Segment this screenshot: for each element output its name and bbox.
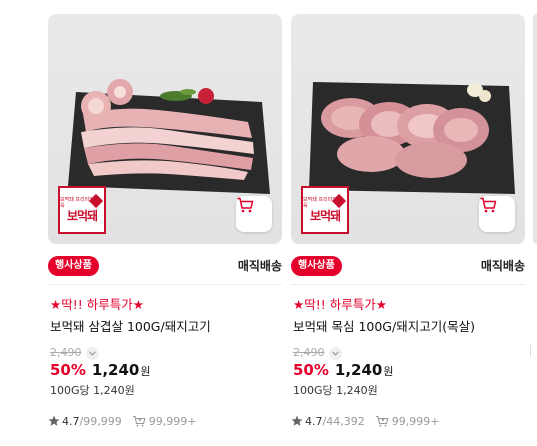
brand-logo-text: 보먹돼 [309, 209, 341, 223]
divider [291, 284, 525, 285]
original-price-row: 2,490 [50, 345, 99, 361]
brand-logo-text: 보먹돼 [66, 209, 98, 223]
product-card-pork-neck[interactable]: 보먹돼 프리미엄 돈육 보먹돼 행사상품 매직배송 ★딱!! 하루특가★ 보먹돼… [291, 14, 525, 434]
heart-cart-icon [375, 415, 389, 427]
product-card-pork-belly[interactable]: 보먹돼 프리미엄 돈육 보먹돼 행사상품 매직배송 ★딱!! 하루특가★ 보먹돼… [48, 14, 282, 434]
review-count[interactable]: 99,999 [83, 415, 122, 428]
event-tag: 행사상품 [291, 256, 342, 276]
product-image[interactable]: 보먹돼 프리미엄 돈육 보먹돼 [291, 14, 525, 244]
unit-price: 100G당 1,240원 [50, 384, 135, 397]
rating-row: 4.7 / 99,999 99,999+ [48, 414, 196, 428]
currency: 원 [140, 365, 151, 378]
original-price-row: 2,490 [293, 345, 342, 361]
delivery-type: 매직배송 [480, 259, 525, 273]
cart-icon [237, 197, 254, 213]
price-row: 50% 1,240 원 [50, 361, 150, 381]
promo-text: ★딱!! 하루특가★ [293, 297, 387, 312]
rating-row: 4.7 / 44,392 99,999+ [291, 414, 439, 428]
tag-row: 행사상품 매직배송 [48, 256, 282, 276]
unit-price: 100G당 1,240원 [293, 384, 378, 397]
next-card-peek [533, 14, 537, 244]
brand-badge: 보먹돼 프리미엄 돈육 보먹돼 [301, 186, 349, 234]
rating-value: 4.7 [62, 414, 80, 428]
star-icon [291, 415, 303, 426]
divider [48, 284, 282, 285]
product-title[interactable]: 보먹돼 삼겹살 100G/돼지고기 [50, 319, 211, 335]
discount-rate: 50% [293, 361, 329, 379]
brand-badge: 보먹돼 프리미엄 돈육 보먹돼 [58, 186, 106, 234]
price-detail-toggle[interactable] [328, 346, 342, 360]
price-row: 50% 1,240 원 [293, 361, 393, 381]
sale-price: 1,240 [91, 361, 140, 379]
promo-text: ★딱!! 하루특가★ [50, 297, 144, 312]
like-count: 99,999+ [391, 414, 440, 428]
add-to-cart-button[interactable] [479, 196, 515, 232]
original-price: 2,490 [50, 346, 82, 359]
rating-value: 4.7 [305, 414, 323, 428]
chevron-down-icon [331, 350, 339, 356]
tag-row: 행사상품 매직배송 [291, 256, 525, 276]
sale-price: 1,240 [334, 361, 383, 379]
heart-cart-icon [132, 415, 146, 427]
review-count[interactable]: 44,392 [326, 415, 365, 428]
like-count: 99,999+ [148, 414, 197, 428]
delivery-type: 매직배송 [237, 259, 282, 273]
chevron-down-icon [88, 350, 96, 356]
next-card-edge [530, 345, 537, 357]
product-title[interactable]: 보먹돼 목심 100G/돼지고기(목살) [293, 319, 475, 335]
price-detail-toggle[interactable] [85, 346, 99, 360]
currency: 원 [383, 365, 394, 378]
original-price: 2,490 [293, 346, 325, 359]
product-image[interactable]: 보먹돼 프리미엄 돈육 보먹돼 [48, 14, 282, 244]
star-icon [48, 415, 60, 426]
add-to-cart-button[interactable] [236, 196, 272, 232]
discount-rate: 50% [50, 361, 86, 379]
cart-icon [480, 197, 497, 213]
event-tag: 행사상품 [48, 256, 99, 276]
